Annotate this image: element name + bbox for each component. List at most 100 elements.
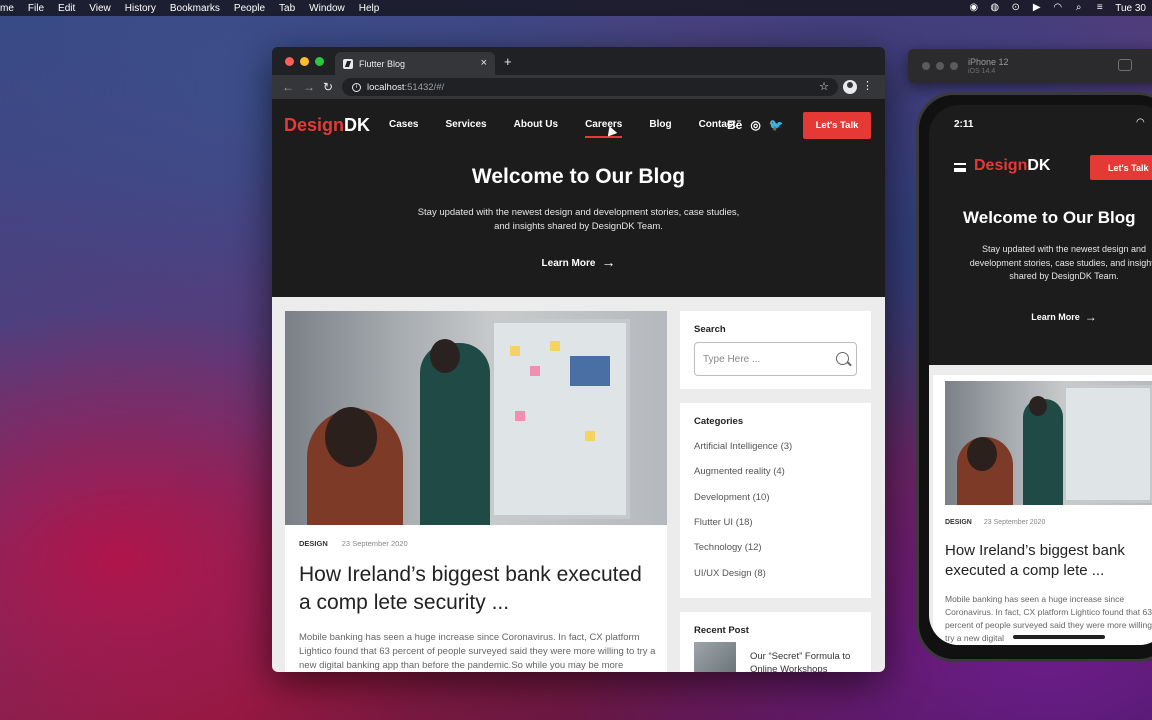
url-path: :51432/#/ xyxy=(404,81,445,93)
search-input[interactable]: Type Here ... xyxy=(694,342,857,376)
hamburger-menu-icon[interactable] xyxy=(954,163,966,172)
menu-people[interactable]: People xyxy=(234,3,265,14)
search-placeholder: Type Here ... xyxy=(703,353,761,365)
sticky-note-graphic xyxy=(585,431,595,441)
forward-icon[interactable]: → xyxy=(303,80,315,94)
address-toolbar: ← → ↻ i localhost :51432/#/ ☆ ⋮ xyxy=(272,75,885,99)
blog-post-card[interactable]: DESIGN 23 September 2020 How Ireland’s bi… xyxy=(285,311,667,672)
play-icon[interactable]: ▶ xyxy=(1031,3,1042,13)
record-icon[interactable]: ◉ xyxy=(968,3,979,13)
phone-learn-more-link[interactable]: Learn More → xyxy=(929,310,1152,324)
post-title[interactable]: How Ireland’s biggest bank executed a co… xyxy=(299,561,659,617)
search-heading: Search xyxy=(694,324,726,335)
control-center-icon[interactable]: ≡ xyxy=(1094,3,1105,13)
bookmark-star-icon[interactable]: ☆ xyxy=(819,80,829,93)
menu-edit[interactable]: Edit xyxy=(58,3,75,14)
sim-close-button[interactable] xyxy=(922,62,930,70)
menu-file[interactable]: File xyxy=(28,3,44,14)
close-window-button[interactable] xyxy=(285,57,294,66)
menu-app[interactable]: me xyxy=(0,3,14,14)
menu-window[interactable]: Window xyxy=(309,3,345,14)
post-meta: DESIGN 23 September 2020 xyxy=(299,539,408,548)
sim-minimize-button[interactable] xyxy=(936,62,944,70)
nav-cases[interactable]: Cases xyxy=(389,119,418,130)
recent-post-heading: Recent Post xyxy=(694,625,749,636)
browser-menu-icon[interactable]: ⋮ xyxy=(862,79,873,92)
lets-talk-button[interactable]: Let's Talk xyxy=(803,112,871,139)
hero-subtitle-line-2: and insights shared by DesignDK Team. xyxy=(494,221,663,232)
wifi-icon[interactable]: ◠ xyxy=(1052,3,1063,13)
profile-avatar-icon[interactable] xyxy=(843,80,857,94)
menu-view[interactable]: View xyxy=(89,3,111,14)
category-item[interactable]: Development (10) xyxy=(694,492,770,503)
back-icon[interactable]: ← xyxy=(282,80,294,94)
category-item[interactable]: Technology (12) xyxy=(694,542,762,553)
phone-screen: 2:11 ◠ DesignDK Let's Talk Welcome to Ou… xyxy=(929,105,1152,645)
presenter-head-graphic xyxy=(430,339,460,373)
menu-tab[interactable]: Tab xyxy=(279,3,295,14)
simulator-device-name: iPhone 12 xyxy=(968,57,1009,67)
maximize-window-button[interactable] xyxy=(315,57,324,66)
screen-record-icon[interactable]: ⊙ xyxy=(1010,3,1021,13)
post-image[interactable] xyxy=(285,311,667,525)
presenter-graphic xyxy=(1023,399,1063,505)
hero-section: DesignDK Cases Services About Us Careers… xyxy=(272,99,885,297)
category-item[interactable]: UI/UX Design (8) xyxy=(694,568,766,579)
spotlight-search-icon[interactable]: ⌕ xyxy=(1073,3,1084,13)
status-app-icon[interactable]: ◍ xyxy=(989,3,1000,13)
chart-screen-graphic xyxy=(570,356,610,386)
menubar-clock[interactable]: Tue 30 xyxy=(1115,3,1146,14)
search-widget: Search Type Here ... xyxy=(680,311,871,389)
home-indicator[interactable] xyxy=(1013,635,1105,639)
menu-status-area: ◉ ◍ ⊙ ▶ ◠ ⌕ ≡ Tue 30 xyxy=(968,0,1146,16)
twitter-icon[interactable]: 🐦 xyxy=(769,118,784,132)
nav-careers[interactable]: Careers xyxy=(585,119,623,138)
learn-more-link[interactable]: Learn More → xyxy=(272,254,885,270)
recent-post-widget: Recent Post Our “Secret” Formula to Onli… xyxy=(680,612,871,672)
hero-title: Welcome to Our Blog xyxy=(471,165,686,188)
dribbble-icon[interactable]: ◎ xyxy=(750,118,760,132)
sticky-note-graphic xyxy=(510,346,520,356)
site-logo[interactable]: DesignDK xyxy=(284,115,370,136)
recent-post-thumbnail[interactable] xyxy=(694,642,736,672)
menu-bookmarks[interactable]: Bookmarks xyxy=(170,3,220,14)
blog-page: DesignDK Cases Services About Us Careers… xyxy=(272,99,885,672)
nav-about-us[interactable]: About Us xyxy=(514,119,558,130)
recent-post-title[interactable]: Our “Secret” Formula to Online Workshops xyxy=(750,650,862,672)
phone-lets-talk-button[interactable]: Let's Talk xyxy=(1090,155,1152,180)
tab-flutter-blog[interactable]: Flutter Blog × xyxy=(335,52,495,75)
phone-post-title[interactable]: How Ireland’s biggest bank executed a co… xyxy=(945,541,1152,581)
screenshot-icon[interactable] xyxy=(1118,59,1132,71)
url-bar[interactable]: i localhost :51432/#/ xyxy=(342,78,838,96)
arrow-right-icon: → xyxy=(1084,310,1097,324)
new-tab-icon[interactable]: + xyxy=(504,54,512,69)
categories-heading: Categories xyxy=(694,416,744,427)
menu-help[interactable]: Help xyxy=(359,3,380,14)
behance-icon[interactable]: Bē xyxy=(727,118,742,132)
simulator-os-version: iOS 14.4 xyxy=(968,68,996,75)
category-item[interactable]: Augmented reality (4) xyxy=(694,466,785,477)
phone-post-category[interactable]: DESIGN xyxy=(945,519,972,526)
search-icon[interactable] xyxy=(836,352,849,365)
nav-blog[interactable]: Blog xyxy=(649,119,671,130)
menu-history[interactable]: History xyxy=(125,3,156,14)
viewer-head-graphic xyxy=(967,437,997,471)
phone-hero-title: Welcome to Our Blog xyxy=(963,208,1136,227)
site-info-icon[interactable]: i xyxy=(352,82,361,92)
post-date: 23 September 2020 xyxy=(341,539,408,548)
close-tab-icon[interactable]: × xyxy=(481,57,487,69)
category-item[interactable]: Artificial Intelligence (3) xyxy=(694,441,792,452)
phone-content-area: DESIGN 23 September 2020 How Ireland’s bi… xyxy=(929,365,1152,645)
presenter-graphic xyxy=(420,343,490,525)
post-category[interactable]: DESIGN xyxy=(299,539,328,548)
minimize-window-button[interactable] xyxy=(300,57,309,66)
nav-services[interactable]: Services xyxy=(445,119,486,130)
category-item[interactable]: Flutter UI (18) xyxy=(694,517,753,528)
phone-post-image[interactable] xyxy=(945,381,1152,505)
flutter-favicon-icon xyxy=(343,58,353,69)
viewer-head-graphic xyxy=(325,407,377,467)
phone-site-logo[interactable]: DesignDK xyxy=(974,157,1050,175)
sim-zoom-button[interactable] xyxy=(950,62,958,70)
reload-icon[interactable]: ↻ xyxy=(323,80,333,94)
phone-post-card[interactable]: DESIGN 23 September 2020 How Ireland’s bi… xyxy=(933,375,1152,645)
